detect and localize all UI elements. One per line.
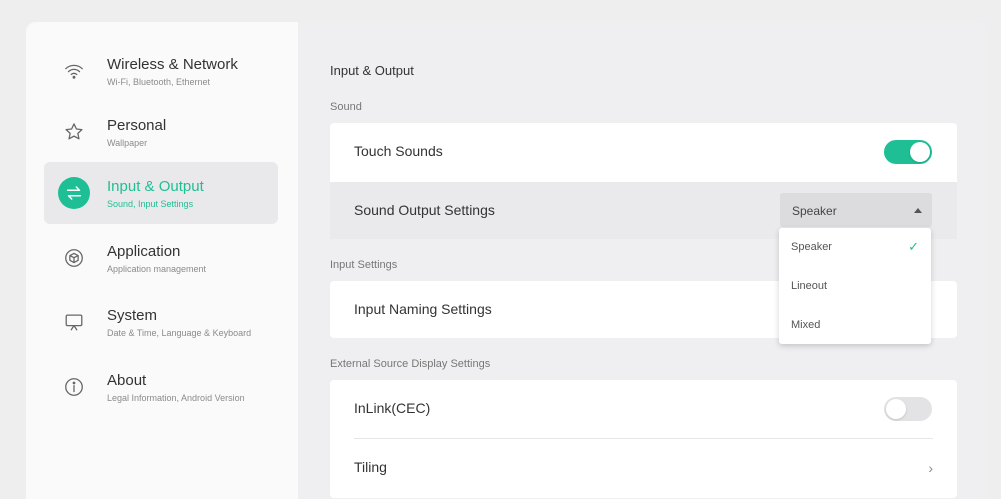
info-icon xyxy=(58,371,90,403)
sound-output-value: Speaker xyxy=(792,204,837,218)
swap-arrows-icon xyxy=(58,177,90,209)
sidebar-item-application[interactable]: Application Application management xyxy=(44,227,278,289)
star-icon xyxy=(58,116,90,148)
sidebar-item-about[interactable]: About Legal Information, Android Version xyxy=(44,356,278,418)
sidebar-item-system[interactable]: System Date & Time, Language & Keyboard xyxy=(44,291,278,353)
sound-card: Touch Sounds Sound Output Settings Speak… xyxy=(330,123,957,239)
section-label-external: External Source Display Settings xyxy=(330,358,491,370)
dropdown-option-lineout[interactable]: Lineout xyxy=(779,267,931,305)
sidebar-item-title: System xyxy=(107,307,158,324)
check-icon: ✓ xyxy=(908,239,919,254)
dropdown-option-speaker[interactable]: Speaker ✓ xyxy=(779,228,931,266)
sidebar-item-subtitle: Wallpaper xyxy=(107,138,148,148)
caret-up-icon xyxy=(914,208,922,213)
sidebar-item-subtitle: Date & Time, Language & Keyboard xyxy=(107,328,252,338)
inlink-cec-toggle[interactable] xyxy=(884,397,932,421)
sidebar-item-title: About xyxy=(107,372,147,389)
tiling-row[interactable]: Tiling › xyxy=(330,439,957,496)
external-card: InLink(CEC) Tiling › xyxy=(330,380,957,498)
sound-output-dropdown: Speaker ✓ Lineout Mixed xyxy=(779,228,931,344)
page-title: Input & Output xyxy=(330,63,414,78)
section-label-input: Input Settings xyxy=(330,259,398,271)
toggle-knob xyxy=(886,399,906,419)
toggle-knob xyxy=(910,142,930,162)
option-label: Lineout xyxy=(791,280,828,292)
cube-icon xyxy=(58,242,90,274)
option-label: Speaker xyxy=(791,241,832,253)
sidebar-item-title: Personal xyxy=(107,117,167,134)
section-label-sound: Sound xyxy=(330,101,362,113)
sidebar-item-input-output[interactable]: Input & Output Sound, Input Settings xyxy=(44,162,278,224)
sound-output-label: Sound Output Settings xyxy=(354,202,495,218)
dropdown-option-mixed[interactable]: Mixed xyxy=(779,306,931,344)
sidebar-item-subtitle: Sound, Input Settings xyxy=(107,199,194,209)
sidebar: Wireless & Network Wi-Fi, Bluetooth, Eth… xyxy=(26,22,298,499)
tiling-label: Tiling xyxy=(354,459,387,475)
monitor-icon xyxy=(58,306,90,338)
sound-output-select[interactable]: Speaker xyxy=(780,193,932,227)
touch-sounds-toggle[interactable] xyxy=(884,140,932,164)
sidebar-item-subtitle: Legal Information, Android Version xyxy=(107,393,245,403)
inlink-cec-row[interactable]: InLink(CEC) xyxy=(330,380,957,437)
sidebar-item-wireless-network[interactable]: Wireless & Network Wi-Fi, Bluetooth, Eth… xyxy=(44,40,278,102)
sidebar-item-subtitle: Application management xyxy=(107,264,207,274)
option-label: Mixed xyxy=(791,319,821,331)
chevron-right-icon: › xyxy=(928,460,933,476)
sidebar-item-title: Application xyxy=(107,243,181,260)
sidebar-item-personal[interactable]: Personal Wallpaper xyxy=(44,101,278,163)
touch-sounds-label: Touch Sounds xyxy=(354,143,443,159)
sidebar-item-subtitle: Wi-Fi, Bluetooth, Ethernet xyxy=(107,77,211,87)
wifi-icon xyxy=(58,55,90,87)
sidebar-item-title: Wireless & Network xyxy=(107,56,238,73)
sidebar-item-title: Input & Output xyxy=(107,178,204,195)
touch-sounds-row[interactable]: Touch Sounds xyxy=(330,123,957,180)
inlink-cec-label: InLink(CEC) xyxy=(354,400,431,416)
input-naming-label: Input Naming Settings xyxy=(354,301,492,317)
